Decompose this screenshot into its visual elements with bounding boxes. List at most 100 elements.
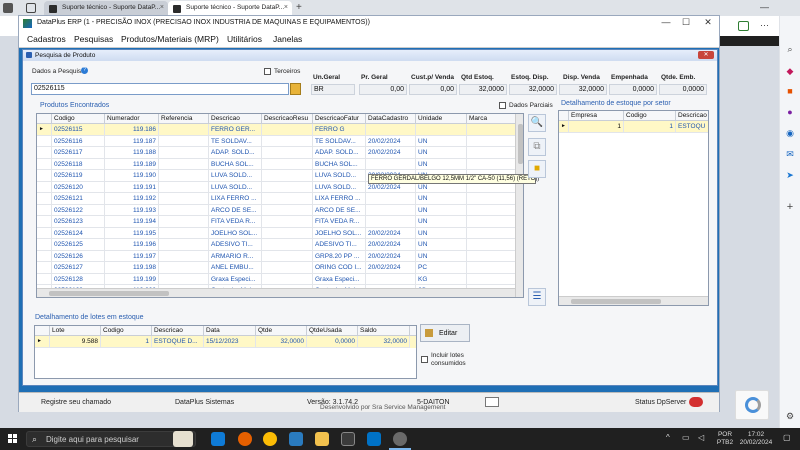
edge-icon[interactable] — [211, 432, 225, 446]
col-descricao-resu[interactable]: DescricaoResu — [262, 114, 313, 124]
dataplus-taskbar-icon[interactable] — [393, 432, 407, 446]
col-codigo[interactable]: Codigo — [624, 111, 676, 121]
menu-janelas[interactable]: Janelas — [273, 34, 302, 44]
product-row[interactable]: 02526123 119.194 FITA VEDA R... FITA VEDA R… — [37, 216, 523, 228]
clock[interactable]: 17:02 20/02/2024 — [736, 431, 776, 447]
close-tab-icon[interactable]: × — [160, 4, 164, 11]
col-saldo[interactable]: Saldo — [358, 326, 410, 336]
zoom-search-button[interactable]: 🔍 — [528, 114, 546, 132]
menu-pesquisas[interactable]: Pesquisas — [74, 34, 113, 44]
hscroll-thumb[interactable] — [49, 291, 169, 296]
product-row[interactable]: 02526116 119.187 TE SOLDAV... TE SOLDAV... 2… — [37, 135, 523, 147]
terceiros-checkbox[interactable] — [264, 68, 271, 75]
search-highlight-icon[interactable] — [173, 431, 193, 447]
product-row[interactable]: 02526122 119.193 ARCO DE SE... ARCO DE SE..… — [37, 204, 523, 216]
menu-produtos-materiais[interactable]: Produtos/Materiais (MRP) — [121, 34, 219, 44]
product-row[interactable]: ► 02526115 119.186 FERRO GER... FERRO G — [37, 124, 523, 136]
search-icon[interactable] — [290, 83, 301, 95]
product-row[interactable]: 02526127 119.198 ANEL EMBU... ORING COD I..… — [37, 262, 523, 274]
col-qtde-usada[interactable]: QtdeUsada — [307, 326, 358, 336]
windows-start-icon[interactable] — [8, 434, 18, 444]
network-icon[interactable]: ▭ — [682, 434, 690, 442]
menu-cadastros[interactable]: Cadastros — [27, 34, 66, 44]
settings-gear-icon[interactable]: ⚙ — [784, 411, 796, 423]
volume-icon[interactable]: ◁ — [698, 434, 704, 442]
product-row[interactable]: 02526126 119.197 ARMARIO R... GRP8.20 PP ..… — [37, 250, 523, 262]
dialog-close-button[interactable]: ✕ — [698, 51, 714, 59]
products-grid[interactable]: Codigo Numerador Referencia Descricao De… — [36, 113, 524, 298]
search-icon[interactable]: ⌕ — [784, 44, 796, 56]
notification-icon[interactable]: ▢ — [783, 434, 791, 442]
firefox-icon[interactable] — [238, 432, 252, 446]
col-data-cadastro[interactable]: DataCadastro — [366, 114, 416, 124]
vscroll-thumb[interactable] — [518, 124, 523, 164]
app-icon[interactable] — [289, 432, 303, 446]
close-icon[interactable]: ✕ — [699, 17, 717, 28]
browser-minimize-icon[interactable]: — — [760, 2, 769, 12]
extension-icon[interactable] — [738, 21, 749, 31]
col-referencia[interactable]: Referencia — [159, 114, 209, 124]
stock-hscroll[interactable] — [559, 296, 708, 305]
taskbar-search-input[interactable]: ⌕ Digite aqui para pesquisar — [26, 431, 196, 447]
tools-icon[interactable]: ■ — [784, 86, 796, 98]
products-vscroll[interactable] — [515, 114, 523, 297]
stock-grid[interactable]: Empresa Codigo Descricao ► 1 1 ESTOQU — [558, 110, 709, 306]
col-lote[interactable]: Lote — [50, 326, 101, 336]
language-indicator[interactable]: POR PTB2 — [714, 431, 736, 447]
lot-row[interactable]: ► 9.588 1 ESTOQUE D... 15/12/2023 32,0000 0,00… — [35, 336, 416, 348]
copy-button[interactable]: ⧉ — [528, 138, 546, 156]
col-descricao[interactable]: Descricao — [676, 111, 708, 121]
col-data[interactable]: Data — [204, 326, 256, 336]
chrome-icon[interactable] — [263, 432, 277, 446]
partial-data-checkbox[interactable] — [499, 102, 506, 109]
product-row[interactable]: 02526124 119.195 JOELHO SOL... JOELHO SOL..… — [37, 227, 523, 239]
minimize-icon[interactable]: — — [657, 17, 675, 27]
col-empresa[interactable]: Empresa — [569, 111, 624, 121]
mail-icon[interactable] — [485, 397, 499, 407]
products-hscroll[interactable] — [37, 288, 515, 297]
add-icon[interactable]: + — [784, 201, 796, 213]
register-call-link[interactable]: Registre seu chamado — [41, 399, 111, 406]
product-row[interactable]: 02526128 119.199 Graxa Especi... Graxa Espe… — [37, 273, 523, 285]
col-numerador[interactable]: Numerador — [105, 114, 159, 124]
lots-grid[interactable]: Lote Codigo Descricao Data Qtde QtdeUsad… — [34, 325, 417, 379]
maximize-icon[interactable]: ☐ — [677, 17, 695, 28]
outlook-icon[interactable]: ✉ — [784, 149, 796, 161]
menu-utilitarios[interactable]: Utilitários — [227, 34, 262, 44]
file-explorer-icon[interactable] — [315, 432, 329, 446]
close-tab-icon[interactable]: × — [284, 4, 288, 11]
product-row[interactable]: 02526117 119.188 ADAP. SOLD... ADAP. SOLD..… — [37, 147, 523, 159]
list-icon[interactable]: ☰ — [528, 288, 546, 306]
col-descricao-fatur[interactable]: DescricaoFatur — [313, 114, 366, 124]
help-icon[interactable]: ? — [81, 67, 88, 74]
col-descricao[interactable]: Descricao — [152, 326, 204, 336]
tray-chevron-icon[interactable]: ^ — [666, 434, 670, 442]
send-icon[interactable]: ➤ — [784, 170, 796, 182]
browser-tab-1[interactable]: Suporte técnico - Suporte DataP... × — [44, 1, 168, 16]
col-unidade[interactable]: Unidade — [416, 114, 467, 124]
tab-actions-icon[interactable] — [26, 3, 36, 13]
include-consumed-checkbox[interactable] — [421, 356, 428, 363]
col-qtde[interactable]: Qtde — [256, 326, 307, 336]
recaptcha-badge[interactable] — [735, 390, 769, 420]
stock-row[interactable]: ► 1 1 ESTOQU — [559, 121, 708, 133]
browser-menu-icon[interactable] — [3, 3, 13, 13]
new-tab-button[interactable]: + — [296, 2, 302, 13]
product-row[interactable]: 02526125 119.196 ADESIVO TI... ADESIVO TI..… — [37, 239, 523, 251]
col-descricao[interactable]: Descricao — [209, 114, 262, 124]
office-icon[interactable]: ◉ — [784, 128, 796, 140]
product-row[interactable]: 02526121 119.192 LIXA FERRO ... LIXA FERRO … — [37, 193, 523, 205]
package-icon[interactable]: ■ — [528, 160, 546, 178]
more-options-icon[interactable]: ⋯ — [760, 20, 769, 31]
hscroll-thumb[interactable] — [571, 299, 661, 304]
col-codigo[interactable]: Codigo — [101, 326, 152, 336]
search-input[interactable]: 02526115 — [31, 83, 289, 95]
edit-button[interactable]: Editar — [420, 324, 470, 342]
shopping-icon[interactable]: ◆ — [784, 66, 796, 78]
games-icon[interactable]: ● — [784, 107, 796, 119]
mail-icon[interactable] — [367, 432, 381, 446]
browser-tab-2[interactable]: Suporte técnico - Suporte DataP... × — [168, 1, 292, 16]
product-row[interactable]: 02526118 119.189 BUCHA SOL... BUCHA SOL... U… — [37, 158, 523, 170]
store-icon[interactable] — [341, 432, 355, 446]
col-codigo[interactable]: Codigo — [52, 114, 105, 124]
